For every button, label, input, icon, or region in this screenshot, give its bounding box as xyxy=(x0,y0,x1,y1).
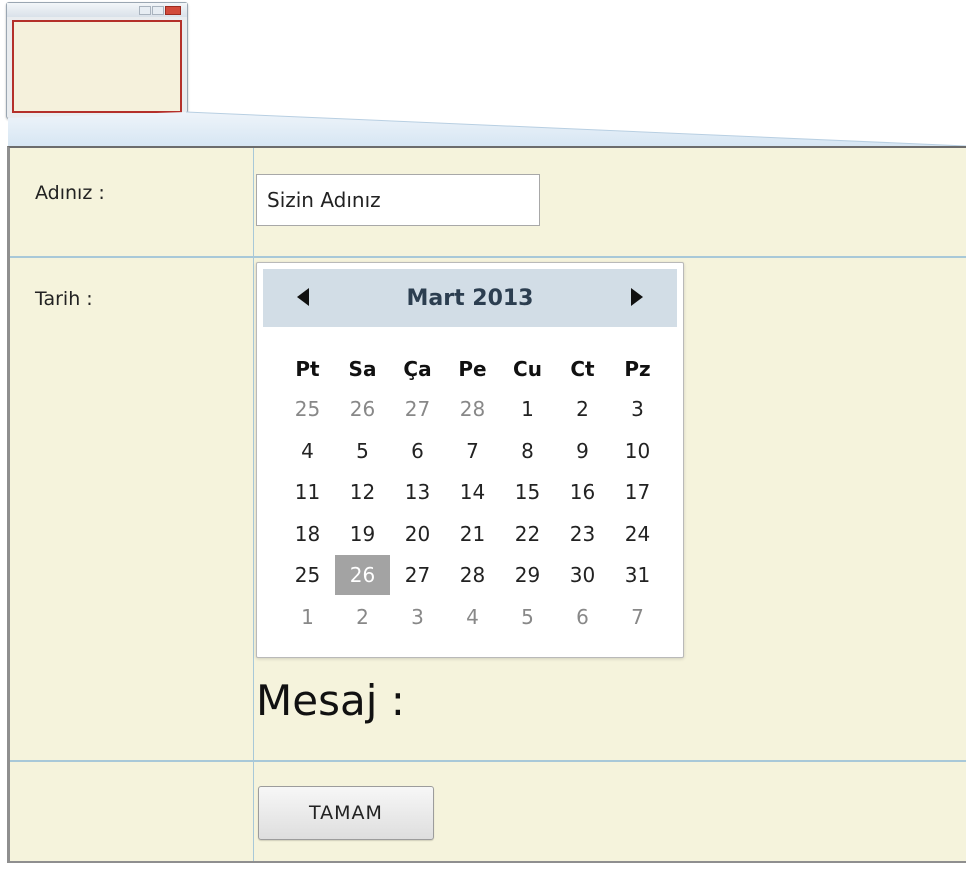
calendar-day[interactable]: 2 xyxy=(335,597,390,637)
calendar-day[interactable]: 9 xyxy=(555,431,610,471)
calendar-day[interactable]: 11 xyxy=(280,472,335,512)
calendar-day[interactable]: 5 xyxy=(335,431,390,471)
calendar-week-row: 4 5 6 7 8 9 10 xyxy=(280,431,665,471)
calendar-day[interactable]: 25 xyxy=(280,389,335,429)
calendar-day[interactable]: 31 xyxy=(610,555,665,595)
calendar-day[interactable]: 26 xyxy=(335,389,390,429)
grid-column-divider xyxy=(253,148,254,861)
calendar-day[interactable]: 6 xyxy=(390,431,445,471)
calendar-day[interactable]: 7 xyxy=(610,597,665,637)
calendar-day[interactable]: 20 xyxy=(390,514,445,554)
calendar-week-row: 25 26 27 28 29 30 31 xyxy=(280,555,665,595)
weekday-header: Cu xyxy=(513,357,542,381)
calendar-week-row: 1234567 xyxy=(280,597,665,637)
calendar-day[interactable]: 22 xyxy=(500,514,555,554)
weekday-header: Pz xyxy=(624,357,651,381)
calendar-day[interactable]: 29 xyxy=(500,555,555,595)
calendar-day[interactable]: 3 xyxy=(390,597,445,637)
zoom-wedge xyxy=(8,111,966,147)
calendar-day[interactable]: 19 xyxy=(335,514,390,554)
calendar-day[interactable]: 27 xyxy=(390,389,445,429)
calendar-day-selected[interactable]: 26 xyxy=(335,555,390,595)
weekday-header-row: Pt Sa Ça Pe Cu Ct Pz xyxy=(280,349,665,389)
calendar-header: Mart 2013 xyxy=(263,269,677,327)
calendar-day[interactable]: 16 xyxy=(555,472,610,512)
calendar-day[interactable]: 4 xyxy=(280,431,335,471)
calendar-day[interactable]: 28 xyxy=(445,555,500,595)
calendar-day[interactable]: 6 xyxy=(555,597,610,637)
calendar-day[interactable]: 17 xyxy=(610,472,665,512)
calendar-week-row: 25 26 27 28 1 2 3 xyxy=(280,389,665,429)
calendar-day[interactable]: 15 xyxy=(500,472,555,512)
calendar-day[interactable]: 1 xyxy=(500,389,555,429)
ok-button[interactable]: TAMAM xyxy=(258,786,434,840)
weekday-header: Sa xyxy=(348,357,377,381)
calendar-day[interactable]: 10 xyxy=(610,431,665,471)
grid-row-divider xyxy=(10,256,966,258)
message-label: Mesaj : xyxy=(256,676,405,725)
date-picker-calendar: Mart 2013 Pt Sa Ça Pe Cu Ct Pz 25 26 27 28 1 2 3 4 5 6 7… xyxy=(256,262,684,658)
triangle-right-icon[interactable] xyxy=(631,288,643,306)
calendar-day[interactable]: 30 xyxy=(555,555,610,595)
calendar-day[interactable]: 2 xyxy=(555,389,610,429)
calendar-day[interactable]: 25 xyxy=(280,555,335,595)
grid-row-divider xyxy=(10,760,966,762)
calendar-week-row: 11 12 13 14 15 16 17 xyxy=(280,472,665,512)
calendar-day[interactable]: 23 xyxy=(555,514,610,554)
calendar-day[interactable]: 13 xyxy=(390,472,445,512)
calendar-day[interactable]: 5 xyxy=(500,597,555,637)
name-input[interactable] xyxy=(256,174,540,226)
calendar-day[interactable]: 12 xyxy=(335,472,390,512)
name-label: Adınız : xyxy=(35,182,105,204)
weekday-header: Ça xyxy=(403,357,432,381)
calendar-day[interactable]: 21 xyxy=(445,514,500,554)
calendar-day[interactable]: 1 xyxy=(280,597,335,637)
weekday-header: Pt xyxy=(295,357,320,381)
calendar-day[interactable]: 4 xyxy=(445,597,500,637)
calendar-week-row: 18 19 20 21 22 23 24 xyxy=(280,514,665,554)
weekday-header: Pe xyxy=(458,357,487,381)
calendar-day[interactable]: 24 xyxy=(610,514,665,554)
calendar-day[interactable]: 3 xyxy=(610,389,665,429)
calendar-day[interactable]: 7 xyxy=(445,431,500,471)
calendar-day[interactable]: 8 xyxy=(500,431,555,471)
calendar-day[interactable]: 27 xyxy=(390,555,445,595)
calendar-month-title[interactable]: Mart 2013 xyxy=(263,286,677,311)
calendar-day[interactable]: 14 xyxy=(445,472,500,512)
form-panel: Adınız : Tarih : Mart 2013 PtSaÇaPeCuCtP… xyxy=(7,146,966,863)
calendar-day[interactable]: 28 xyxy=(445,389,500,429)
weekday-header: Ct xyxy=(570,357,595,381)
date-label: Tarih : xyxy=(35,288,93,310)
calendar-day[interactable]: 18 xyxy=(280,514,335,554)
